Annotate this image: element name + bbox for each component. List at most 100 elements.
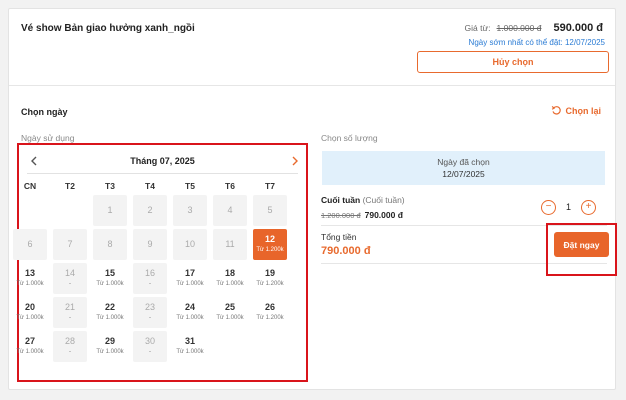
calendar-day-3: 3 [173, 195, 207, 226]
price-old: 1.000.000 đ [496, 23, 542, 33]
total-label: Tổng tiền [321, 232, 357, 242]
calendar-day-9: 9 [133, 229, 167, 260]
calendar-day-8: 8 [93, 229, 127, 260]
calendar-day-25[interactable]: 25 Từ 1.000k [213, 297, 247, 328]
day-number: 16 [144, 268, 155, 278]
day-price: Từ 1.000k [16, 315, 44, 321]
calendar-day-19[interactable]: 19 Từ 1.200k [253, 263, 287, 294]
price-from-label: Giá từ: [464, 23, 491, 33]
weekday-header: T4 [145, 181, 155, 191]
calendar-day-20[interactable]: 20 Từ 1.000k [13, 297, 47, 328]
day-number: 12 [264, 234, 275, 244]
day-price: Từ 1.200k [256, 281, 284, 287]
quantity-value: 1 [565, 202, 571, 212]
day-number: 30 [144, 336, 155, 346]
calendar-day-28: 28 - [53, 331, 87, 362]
day-number: 15 [104, 268, 115, 278]
weekday-header: T3 [105, 181, 115, 191]
day-price: - [149, 281, 151, 287]
day-number: 3 [187, 205, 193, 215]
calendar-day-29[interactable]: 29 Từ 1.000k [93, 331, 127, 362]
calendar-day-10: 10 [173, 229, 207, 260]
decrement-button[interactable]: − [541, 199, 556, 215]
day-number: 21 [64, 302, 75, 312]
choose-day-title: Chọn ngày [21, 107, 68, 117]
day-price: Từ 1.000k [96, 349, 124, 355]
calendar-day-31[interactable]: 31 Từ 1.000k [173, 331, 207, 362]
ticket-name: Cuối tuần (Cuối tuần) [321, 195, 405, 205]
ticket-price-new: 790.000 đ [364, 210, 403, 220]
day-price: Từ 1.000k [216, 315, 244, 321]
day-number: 20 [24, 302, 35, 312]
picked-date-box: Ngày đã chọn 12/07/2025 [322, 151, 605, 185]
calendar-day-26[interactable]: 26 Từ 1.200k [253, 297, 287, 328]
usage-date-label: Ngày sử dụng [21, 133, 75, 143]
calendar-day-21: 21 - [53, 297, 87, 328]
day-number: 5 [267, 205, 273, 215]
day-number: 13 [24, 268, 35, 278]
calendar-day-17[interactable]: 17 Từ 1.000k [173, 263, 207, 294]
day-price: - [149, 349, 151, 355]
calendar-day-6: 6 [13, 229, 47, 260]
book-now-button[interactable]: Đặt ngay [554, 232, 609, 257]
picked-date-label: Ngày đã chọn [437, 157, 490, 167]
day-price: - [149, 315, 151, 321]
ticket-price-old: 1.200.000 đ [321, 211, 361, 220]
day-price: - [69, 315, 71, 321]
calendar-day-1: 1 [93, 195, 127, 226]
day-price: - [69, 281, 71, 287]
day-price: Từ 1.000k [176, 281, 204, 287]
calendar-day-4: 4 [213, 195, 247, 226]
calendar: Tháng 07, 2025 CN T2 T3 T4 T5 T6 T7 1 2 3 4 5 6 7 8 9 10… [13, 143, 308, 382]
day-price: Từ 1.000k [176, 349, 204, 355]
chevron-right-icon [292, 156, 298, 166]
day-price: Từ 1.000k [96, 281, 124, 287]
day-number: 29 [104, 336, 115, 346]
weekday-header: T6 [225, 181, 235, 191]
calendar-day-11: 11 [213, 229, 247, 260]
day-number: 9 [147, 239, 153, 249]
calendar-day-18[interactable]: 18 Từ 1.000k [213, 263, 247, 294]
calendar-day-22[interactable]: 22 Từ 1.000k [93, 297, 127, 328]
calendar-day-13[interactable]: 13 Từ 1.000k [13, 263, 47, 294]
weekday-header: T5 [185, 181, 195, 191]
day-price: Từ 1.000k [16, 349, 44, 355]
calendar-day-12[interactable]: 12 Từ 1.200k [253, 229, 287, 260]
next-month-button[interactable] [288, 154, 302, 168]
day-number: 1 [107, 205, 113, 215]
calendar-day-7: 7 [53, 229, 87, 260]
weekday-header: T7 [265, 181, 275, 191]
book-highlight: Đặt ngay [546, 223, 617, 276]
increment-button[interactable]: + [581, 199, 596, 215]
ticket-price: 1.200.000 đ 790.000 đ [321, 210, 403, 220]
quantity-stepper: − 1 + [541, 199, 596, 215]
day-price: Từ 1.200k [256, 315, 284, 321]
calendar-day-15[interactable]: 15 Từ 1.000k [93, 263, 127, 294]
earliest-date-note: Ngày sớm nhất có thể đặt: 12/07/2025 [468, 38, 605, 47]
reset-icon [551, 106, 561, 115]
day-number: 2 [147, 205, 153, 215]
ticket-type: (Cuối tuần) [362, 195, 405, 205]
day-number: 28 [64, 336, 75, 346]
cancel-button[interactable]: Hủy chọn [417, 51, 609, 73]
show-header: Vé show Bản giao hưởng xanh_ngồi Giá từ:… [9, 9, 615, 86]
day-number: 19 [264, 268, 275, 278]
day-number: 22 [104, 302, 115, 312]
calendar-divider [27, 173, 298, 174]
day-number: 18 [224, 268, 235, 278]
day-number: 23 [144, 302, 155, 312]
day-number: 31 [184, 336, 195, 346]
quantity-label: Chọn số lượng [321, 133, 378, 143]
booking-card: Vé show Bản giao hưởng xanh_ngồi Giá từ:… [8, 8, 617, 390]
calendar-day-27[interactable]: 27 Từ 1.000k [13, 331, 47, 362]
day-number: 17 [184, 268, 195, 278]
day-number: 7 [67, 239, 73, 249]
calendar-day-24[interactable]: 24 Từ 1.000k [173, 297, 207, 328]
day-number: 26 [264, 302, 275, 312]
ticket-name-label: Cuối tuần [321, 195, 361, 205]
day-price: Từ 1.200k [256, 247, 284, 253]
reset-button[interactable]: Chọn lại [551, 105, 601, 116]
day-number: 14 [64, 268, 75, 278]
day-price: Từ 1.000k [96, 315, 124, 321]
picked-date-value: 12/07/2025 [442, 169, 485, 179]
